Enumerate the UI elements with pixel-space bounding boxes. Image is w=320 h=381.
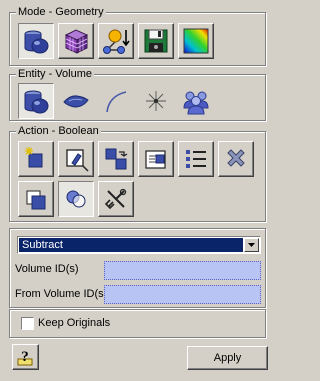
surface-entity-button[interactable] [58, 83, 94, 119]
boundary-conditions-icon [103, 29, 130, 54]
entity-volume-title: Entity - Volume [16, 68, 94, 81]
boolean-icon [66, 190, 86, 208]
decompose-action-button[interactable] [98, 181, 134, 217]
volume-entity-button[interactable] [18, 83, 54, 119]
create-icon [25, 147, 43, 168]
copy-icon [26, 190, 46, 210]
mode-geometry-title: Mode - Geometry [16, 6, 106, 19]
from-volume-ids-input[interactable] [105, 286, 260, 303]
volume-entity-icon [24, 90, 49, 114]
operation-value: Subtract [19, 238, 243, 252]
boolean-action-button[interactable] [58, 181, 94, 217]
postprocess-mode-button[interactable] [178, 23, 214, 59]
delete-icon [227, 149, 245, 167]
create-action-button[interactable] [18, 141, 54, 177]
help-button[interactable]: ? [12, 344, 39, 370]
copy-action-button[interactable] [18, 181, 54, 217]
delete-action-button[interactable] [218, 141, 254, 177]
analysis-mode-button[interactable] [138, 23, 174, 59]
mesh-mode-button[interactable] [58, 23, 94, 59]
save-disk-icon [144, 29, 168, 53]
keep-originals-label: Keep Originals [38, 317, 111, 329]
vertex-entity-icon [146, 91, 166, 111]
group-entity-icon [183, 91, 209, 115]
transform-icon [105, 148, 128, 170]
vertex-entity-button[interactable] [138, 83, 174, 119]
from-volume-ids-label: From Volume ID(s) [15, 288, 108, 300]
list-action-button[interactable] [178, 141, 214, 177]
decompose-icon [104, 188, 127, 210]
list-icon [186, 150, 206, 168]
volume-ids-input[interactable] [105, 262, 260, 279]
transform-action-button[interactable] [98, 141, 134, 177]
group-entity-button[interactable] [178, 83, 214, 119]
geometry-mode-button[interactable] [18, 23, 54, 59]
properties-icon [145, 150, 166, 169]
keep-originals-checkbox[interactable] [21, 317, 34, 330]
dropdown-arrow-button[interactable] [244, 238, 259, 252]
help-icon: ? [17, 349, 32, 366]
action-boolean-title: Action - Boolean [16, 125, 101, 138]
curve-entity-button[interactable] [98, 83, 134, 119]
from-volume-ids-field-wrap [104, 285, 261, 304]
boundary-mode-button[interactable] [98, 23, 134, 59]
volume-cylinder-icon [24, 30, 49, 54]
svg-text:?: ? [21, 349, 29, 365]
volume-ids-field-wrap [104, 261, 261, 280]
chevron-down-icon [248, 243, 255, 247]
volume-ids-label: Volume ID(s) [15, 263, 79, 275]
operation-dropdown[interactable]: Subtract [17, 236, 261, 254]
modify-action-button[interactable] [58, 141, 94, 177]
mesh-cube-icon [64, 29, 89, 54]
properties-action-button[interactable] [138, 141, 174, 177]
modify-icon [66, 149, 89, 172]
surface-entity-icon [63, 95, 89, 108]
apply-button[interactable]: Apply [187, 346, 268, 370]
contour-gradient-icon [183, 28, 209, 54]
curve-entity-icon [106, 91, 127, 113]
